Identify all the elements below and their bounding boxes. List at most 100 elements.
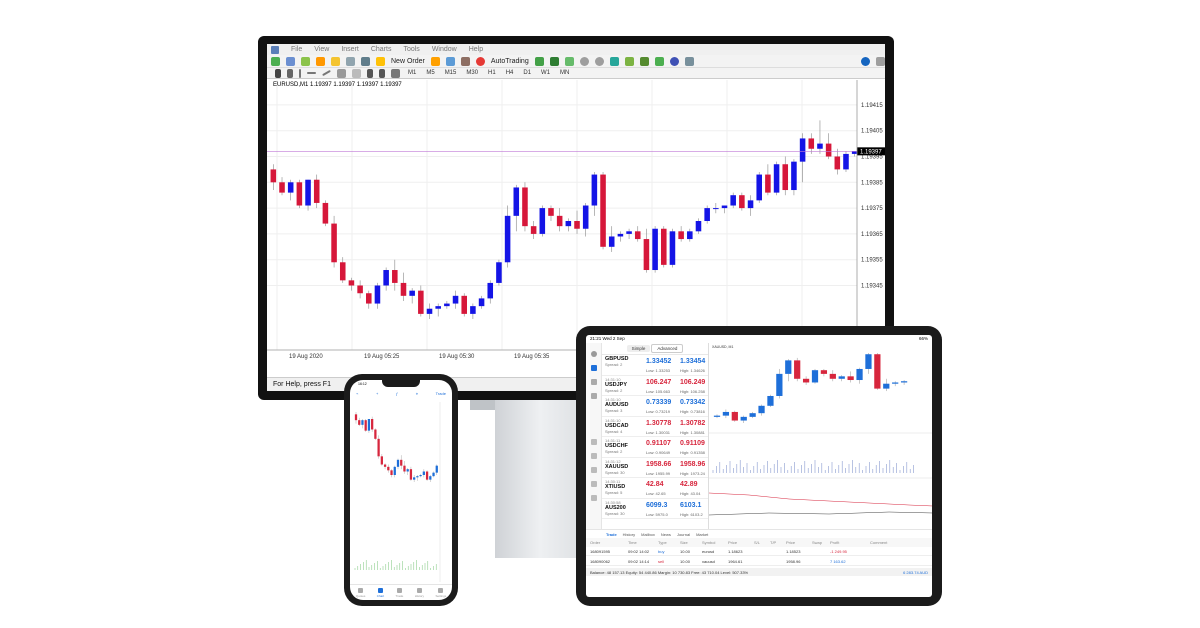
- channel-icon[interactable]: [337, 68, 346, 78]
- line-chart-icon[interactable]: [564, 56, 574, 66]
- tab-journal[interactable]: Journal: [677, 532, 690, 537]
- indicators-icon[interactable]: [654, 56, 664, 66]
- menu-charts[interactable]: Charts: [371, 46, 392, 53]
- phone-tab-settings[interactable]: Settings: [435, 587, 446, 598]
- bar-chart-icon[interactable]: [534, 56, 544, 66]
- account-icon[interactable]: [590, 351, 597, 357]
- quote-row-xauusd[interactable]: 14:31:12 XAUUSD Spread: 30 1958.66 1958.…: [602, 458, 708, 478]
- quote-high: High: 0.91358: [680, 450, 705, 455]
- tester-icon[interactable]: [361, 56, 370, 66]
- new-order-icon[interactable]: [376, 56, 385, 66]
- favorites-icon[interactable]: [331, 56, 340, 66]
- market-icon[interactable]: [460, 56, 470, 66]
- chat-icon[interactable]: [876, 56, 885, 66]
- quote-row-usdchf[interactable]: 14:31:11 USDCHF Spread: 2 0.91107 0.9110…: [602, 437, 708, 458]
- timeframe-icon[interactable]: [590, 495, 597, 501]
- menu-file[interactable]: File: [291, 46, 302, 53]
- cursor-icon[interactable]: [275, 68, 281, 78]
- crosshair-icon[interactable]: [287, 68, 293, 78]
- phone-tab-history[interactable]: History: [415, 587, 424, 598]
- trade-row[interactable]: 168090062 09:02 14:14 sell 10.00 xauusd 1964.…: [586, 557, 932, 566]
- quote-row-gbpusd[interactable]: GBPUSD Spread: 2 1.33452 1.33454 Low: 1.…: [602, 355, 708, 376]
- candles-icon[interactable]: [549, 56, 559, 66]
- chart-shift-icon[interactable]: [624, 56, 634, 66]
- menu-help[interactable]: Help: [469, 46, 483, 53]
- timeframe-mn[interactable]: MN: [558, 70, 571, 76]
- crosshair-icon[interactable]: [590, 439, 597, 445]
- quote-low: Low: 42.65: [646, 491, 666, 496]
- timeframe-h1[interactable]: H1: [486, 70, 498, 76]
- profiles-icon[interactable]: [286, 56, 295, 66]
- templates-icon[interactable]: [684, 56, 694, 66]
- phone-trade-button[interactable]: Trade: [436, 391, 446, 396]
- phone-candle-body: [354, 414, 358, 421]
- quote-row-audusd[interactable]: 14:31:10 AUDUSD Spread: 3 0.73339 0.7334…: [602, 396, 708, 417]
- text-icon[interactable]: [367, 68, 373, 78]
- period-icon[interactable]: ⌁: [356, 391, 358, 396]
- period-icon[interactable]: [590, 453, 597, 459]
- zoom-in-icon[interactable]: [579, 56, 589, 66]
- timeframe-h4[interactable]: H4: [504, 70, 516, 76]
- tab-advanced[interactable]: Advanced: [651, 344, 684, 353]
- search-icon[interactable]: [861, 56, 870, 66]
- timeframe-m30[interactable]: M30: [464, 70, 480, 76]
- menu-view[interactable]: View: [314, 46, 329, 53]
- tile-windows-icon[interactable]: [609, 56, 619, 66]
- auto-trading-icon[interactable]: [475, 56, 485, 66]
- phone-tab-chart[interactable]: Chart: [377, 587, 384, 598]
- community-icon[interactable]: [445, 56, 455, 66]
- function-icon[interactable]: [590, 467, 597, 473]
- navigator-icon[interactable]: [316, 56, 325, 66]
- new-order-button[interactable]: New Order: [391, 58, 425, 65]
- horizontal-line-icon[interactable]: [307, 72, 316, 74]
- phone-tab-quotes[interactable]: Quotes: [356, 587, 365, 598]
- tablet-chart[interactable]: XAUUSD, M1: [708, 343, 932, 529]
- auto-trading-button[interactable]: AutoTrading: [491, 58, 529, 65]
- zoom-out-icon[interactable]: [594, 56, 604, 66]
- quote-row-usdcad[interactable]: 14:31:10 USDCAD Spread: 4 1.30778 1.3078…: [602, 417, 708, 437]
- quote-row-aus200[interactable]: 14:30:58 AUS200 Spread: 30 6099.3 6103.1…: [602, 499, 708, 519]
- function-icon[interactable]: ƒ: [396, 391, 398, 396]
- timeframe-m1[interactable]: M1: [406, 70, 418, 76]
- timeframe-m5[interactable]: M5: [424, 70, 436, 76]
- tab-trade[interactable]: Trade: [606, 532, 617, 537]
- fibonacci-icon[interactable]: [352, 68, 361, 78]
- shapes-icon[interactable]: [391, 68, 400, 78]
- quote-row-xtiusd[interactable]: 14:30:11 XTIUSD Spread: 5 42.84 42.89 Lo…: [602, 478, 708, 499]
- timeframe-m15[interactable]: M15: [443, 70, 459, 76]
- terminal-icon[interactable]: [346, 56, 355, 66]
- tab-history[interactable]: History: [623, 532, 635, 537]
- tab-simple[interactable]: Simple: [626, 345, 651, 352]
- trendline-icon[interactable]: [322, 69, 331, 77]
- candle-body: [782, 164, 789, 191]
- signals-icon[interactable]: [430, 56, 440, 66]
- quotes-icon[interactable]: [590, 365, 597, 371]
- phone-candlestick-chart[interactable]: [352, 402, 450, 582]
- tablet-candlestick-chart[interactable]: [708, 343, 932, 529]
- tablet-clock: 21:21 Wed 2 Sep: [590, 336, 625, 341]
- tab-mailbox[interactable]: Mailbox: [641, 532, 655, 537]
- objects-icon[interactable]: [590, 481, 597, 487]
- menu-tools[interactable]: Tools: [403, 46, 419, 53]
- trade-row[interactable]: 168091595 09:02 14:02 buy 10.00 eurusd 1.1862…: [586, 547, 932, 556]
- timeframe-d1[interactable]: D1: [521, 70, 533, 76]
- main-toolbar: New Order AutoTrading: [267, 55, 885, 68]
- timeframe-w1[interactable]: W1: [539, 70, 552, 76]
- market-watch-icon[interactable]: [301, 56, 310, 66]
- label-icon[interactable]: [379, 68, 385, 78]
- periods-icon[interactable]: [669, 56, 679, 66]
- crosshair-icon[interactable]: +: [376, 391, 378, 396]
- phone-chart[interactable]: [352, 402, 450, 582]
- autoscroll-icon[interactable]: [639, 56, 649, 66]
- menu-window[interactable]: Window: [432, 46, 457, 53]
- objects-icon[interactable]: ⋄: [416, 391, 419, 396]
- chat-icon[interactable]: [590, 379, 597, 385]
- tab-market[interactable]: Market: [696, 532, 708, 537]
- news-icon[interactable]: [590, 393, 597, 399]
- vertical-line-icon[interactable]: [299, 68, 301, 78]
- new-chart-icon[interactable]: [271, 56, 280, 66]
- tab-news[interactable]: News: [661, 532, 671, 537]
- menu-insert[interactable]: Insert: [341, 46, 359, 53]
- phone-tab-trade[interactable]: Trade: [396, 587, 403, 598]
- quote-row-usdjpy[interactable]: 14:31:10 USDJPY Spread: 2 106.247 106.24…: [602, 376, 708, 396]
